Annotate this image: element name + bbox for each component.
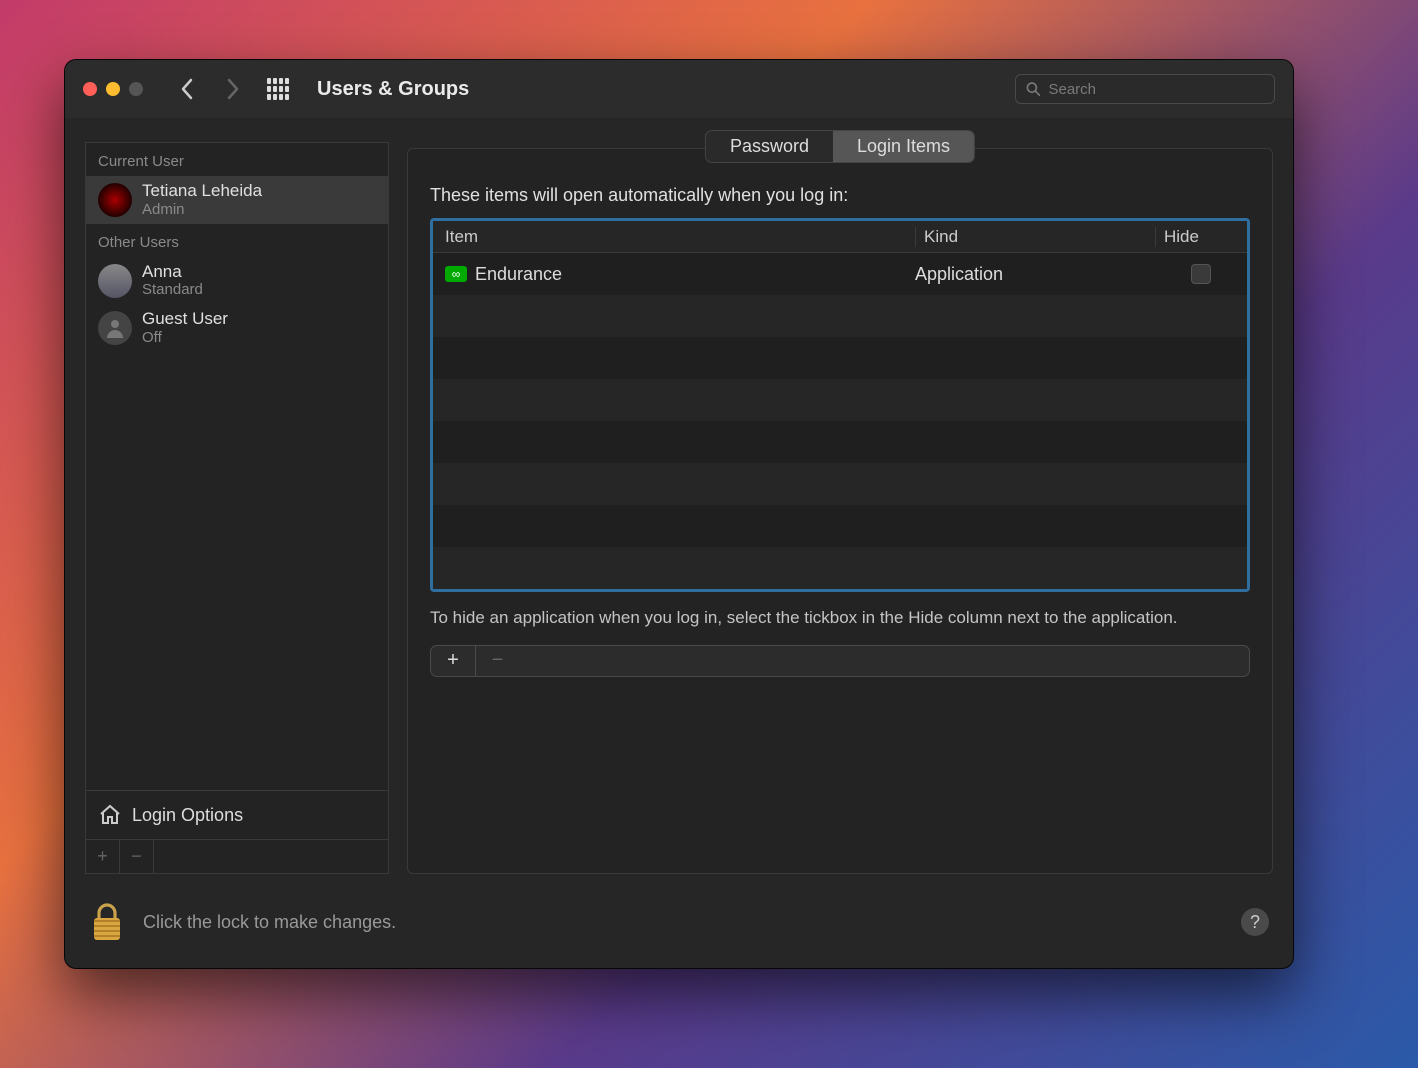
user-role: Off <box>142 329 228 346</box>
sidebar-footer: + − <box>86 839 388 873</box>
search-field[interactable] <box>1015 74 1275 104</box>
tab-login-items[interactable]: Login Items <box>833 131 974 162</box>
forward-button <box>215 71 251 107</box>
sidebar-user-other[interactable]: Anna Standard <box>86 257 388 305</box>
column-item[interactable]: Item <box>433 227 915 247</box>
lock-text: Click the lock to make changes. <box>143 912 396 933</box>
sidebar-user-current[interactable]: Tetiana Leheida Admin <box>86 176 388 224</box>
add-user-button: + <box>86 840 120 873</box>
login-items-intro: These items will open automatically when… <box>430 185 1250 206</box>
close-button[interactable] <box>83 82 97 96</box>
table-row-empty <box>433 505 1247 547</box>
window-controls <box>83 82 143 96</box>
preferences-window: Users & Groups Current User Tetiana Lehe… <box>64 59 1294 969</box>
tab-password[interactable]: Password <box>706 131 833 162</box>
lock-icon[interactable] <box>89 902 125 942</box>
item-name: Endurance <box>475 264 562 285</box>
login-items-table[interactable]: Item Kind Hide ∞ Endurance Application <box>430 218 1250 592</box>
login-options-label: Login Options <box>132 805 243 826</box>
user-name: Anna <box>142 263 203 282</box>
table-row-empty <box>433 463 1247 505</box>
current-user-label: Current User <box>86 143 388 176</box>
user-name: Guest User <box>142 310 228 329</box>
help-button[interactable]: ? <box>1241 908 1269 936</box>
zoom-button <box>129 82 143 96</box>
search-input[interactable] <box>1048 81 1264 98</box>
tab-bar: Password Login Items <box>705 130 975 163</box>
hide-hint: To hide an application when you log in, … <box>430 606 1250 631</box>
column-kind[interactable]: Kind <box>915 227 1155 247</box>
avatar <box>98 264 132 298</box>
remove-item-button: − <box>475 646 519 676</box>
avatar <box>98 311 132 345</box>
infinity-icon: ∞ <box>445 266 467 282</box>
hide-checkbox[interactable] <box>1191 264 1211 284</box>
user-role: Standard <box>142 281 203 298</box>
table-header: Item Kind Hide <box>433 221 1247 253</box>
remove-user-button: − <box>120 840 154 873</box>
main-panel: Password Login Items These items will op… <box>407 142 1273 874</box>
other-users-label: Other Users <box>86 224 388 257</box>
home-icon <box>98 803 122 827</box>
titlebar: Users & Groups <box>65 60 1293 118</box>
table-row-empty <box>433 295 1247 337</box>
table-row[interactable]: ∞ Endurance Application <box>433 253 1247 295</box>
back-button[interactable] <box>169 71 205 107</box>
table-row-empty <box>433 337 1247 379</box>
add-item-button[interactable]: + <box>431 646 475 676</box>
add-remove-group: + − <box>430 645 1250 677</box>
table-row-empty <box>433 421 1247 463</box>
user-role: Admin <box>142 201 262 218</box>
column-hide[interactable]: Hide <box>1155 227 1247 247</box>
login-options-button[interactable]: Login Options <box>86 790 388 839</box>
person-icon <box>103 316 127 340</box>
table-row-empty <box>433 379 1247 421</box>
search-icon <box>1026 81 1040 97</box>
users-sidebar: Current User Tetiana Leheida Admin Other… <box>85 142 389 874</box>
avatar <box>98 183 132 217</box>
lock-bar: Click the lock to make changes. ? <box>65 884 1293 968</box>
minimize-button[interactable] <box>106 82 120 96</box>
table-row-empty <box>433 547 1247 589</box>
item-kind: Application <box>915 264 1155 285</box>
user-name: Tetiana Leheida <box>142 182 262 201</box>
window-title: Users & Groups <box>317 78 469 101</box>
sidebar-user-guest[interactable]: Guest User Off <box>86 304 388 352</box>
show-all-icon[interactable] <box>267 78 289 100</box>
